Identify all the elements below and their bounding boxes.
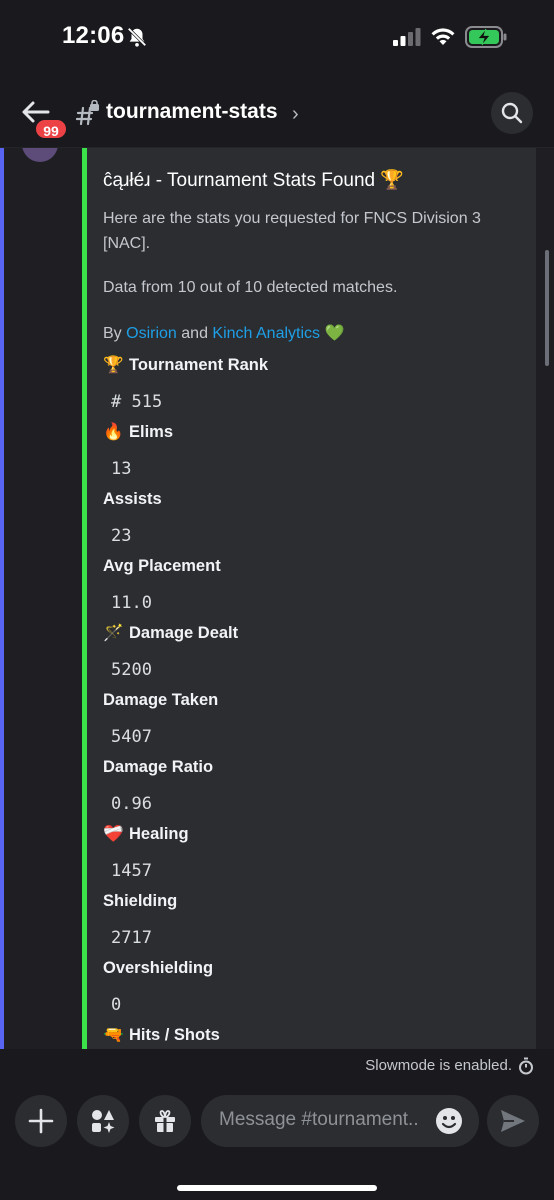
- bell-slash-icon: [127, 27, 147, 47]
- search-icon: [501, 102, 523, 124]
- mending-heart-icon: ❤️‍🩹: [103, 825, 124, 843]
- field-name-damage-taken: Damage Taken: [103, 691, 219, 709]
- field-value-healing: 1457: [111, 861, 152, 881]
- fire-icon: 🔥: [103, 423, 124, 441]
- home-indicator[interactable]: [177, 1185, 377, 1191]
- emoji-icon[interactable]: [435, 1107, 463, 1135]
- gift-button[interactable]: [139, 1095, 191, 1147]
- search-button[interactable]: [491, 92, 533, 134]
- unread-badge: 99: [34, 118, 68, 140]
- add-attachment-button[interactable]: [15, 1095, 67, 1147]
- slowmode-bar: Slowmode is enabled.: [0, 1049, 554, 1083]
- credits-prefix: By: [103, 325, 122, 342]
- field-value-overshielding: 0: [111, 995, 122, 1015]
- osirion-link[interactable]: Osirion: [126, 325, 177, 342]
- field-value-shielding: 2717: [111, 928, 152, 948]
- field-name-hits-shots: 🔫 Hits / Shots: [103, 1026, 220, 1044]
- locked-hash-icon: [76, 100, 99, 126]
- slowmode-text: Slowmode is enabled.: [365, 1057, 512, 1074]
- field-name-damage-dealt: 🪄 Damage Dealt: [103, 624, 239, 642]
- mention-highlight-bar: [0, 148, 4, 1049]
- field-name-shielding: Shielding: [103, 892, 178, 910]
- field-value-damage-dealt: 5200: [111, 660, 152, 680]
- apps-button[interactable]: [77, 1095, 129, 1147]
- field-name-healing: ❤️‍🩹 Healing: [103, 825, 189, 843]
- embed-credits: By Osirion and Kinch Analytics 💚: [103, 321, 523, 346]
- field-value-damage-taken: 5407: [111, 727, 152, 747]
- kinch-analytics-link[interactable]: Kinch Analytics: [212, 325, 320, 342]
- wifi-icon: [431, 28, 455, 45]
- send-button[interactable]: [487, 1095, 539, 1147]
- apps-icon: [92, 1110, 115, 1133]
- field-value-avg-placement: 11.0: [111, 593, 152, 613]
- gift-icon: [155, 1110, 175, 1132]
- message-list[interactable]: ĉąɹłéɹ - Tournament Stats Found 🏆 Here a…: [0, 148, 554, 1049]
- field-value-damage-ratio: 0.96: [111, 794, 152, 814]
- field-value-tournament-rank: # 515: [111, 392, 163, 412]
- field-name-avg-placement: Avg Placement: [103, 557, 221, 575]
- green-heart-icon: 💚: [324, 325, 345, 342]
- field-value-elims: 13: [111, 459, 132, 479]
- magic-wand-icon: 🪄: [103, 624, 124, 642]
- stats-embed: ĉąɹłéɹ - Tournament Stats Found 🏆 Here a…: [82, 148, 536, 1049]
- cellular-signal-icon: [393, 28, 421, 46]
- chevron-right-icon[interactable]: ›: [292, 103, 299, 126]
- status-time: 12:06: [62, 22, 125, 49]
- field-name-tournament-rank: 🏆 Tournament Rank: [103, 356, 269, 374]
- avatar[interactable]: [22, 148, 58, 162]
- field-name-overshielding: Overshielding: [103, 959, 214, 977]
- field-name-damage-ratio: Damage Ratio: [103, 758, 214, 776]
- water-pistol-icon: 🔫: [103, 1026, 124, 1044]
- send-icon: [501, 1110, 525, 1132]
- channel-header: 99 tournament-stats ›: [0, 76, 554, 148]
- stopwatch-icon: [519, 1057, 533, 1075]
- embed-description: Here are the stats you requested for FNC…: [103, 210, 481, 252]
- field-value-assists: 23: [111, 526, 132, 546]
- message-placeholder: Message #tournament..: [219, 1109, 419, 1130]
- trophy-icon: 🏆: [103, 356, 124, 374]
- embed-match-count: Data from 10 out of 10 detected matches.: [103, 279, 398, 296]
- embed-title: ĉąɹłéɹ - Tournament Stats Found 🏆: [103, 170, 405, 191]
- credits-and: and: [181, 325, 208, 342]
- field-name-elims: 🔥 Elims: [103, 423, 174, 441]
- scrollbar[interactable]: [545, 250, 549, 366]
- channel-name[interactable]: tournament-stats: [106, 100, 278, 124]
- field-name-assists: Assists: [103, 490, 162, 508]
- embed-accent-bar: [82, 148, 87, 1049]
- status-bar: 12:06: [0, 0, 554, 76]
- message-input[interactable]: Message #tournament..: [201, 1095, 479, 1147]
- message-composer: Message #tournament..: [0, 1083, 554, 1200]
- plus-icon: [28, 1108, 54, 1134]
- battery-charging-icon: [465, 26, 507, 48]
